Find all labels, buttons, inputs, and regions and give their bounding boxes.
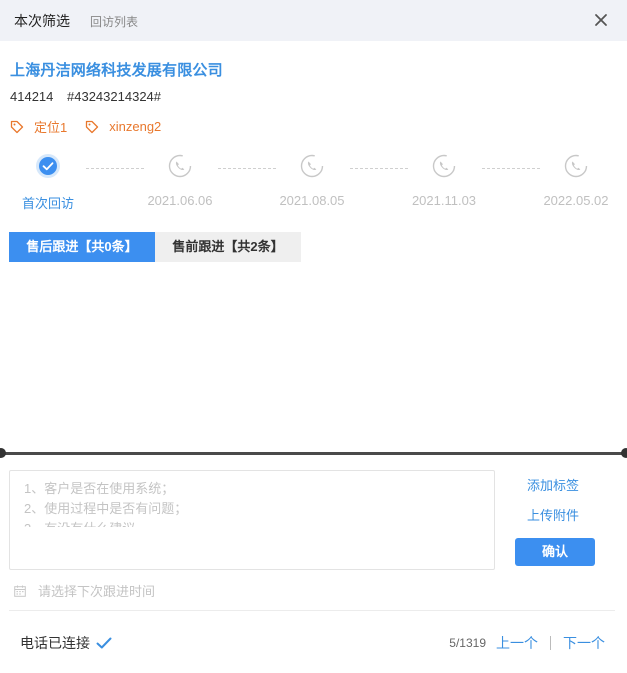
- note-placeholder-line: 3、有没有什么建议: [24, 519, 480, 527]
- timeline-step-label: 首次回访: [21, 196, 74, 211]
- tag-label: 定位1: [34, 120, 68, 135]
- prev-record-button[interactable]: 上一个: [496, 633, 538, 653]
- tag-icon: [86, 120, 99, 133]
- company-name[interactable]: 上海丹洁网络科技发展有限公司: [10, 59, 223, 80]
- timeline-step[interactable]: 2021.11.03: [394, 153, 494, 208]
- upload-attachment-link[interactable]: 上传附件: [527, 505, 579, 524]
- tab-current-filter[interactable]: 本次筛选: [14, 11, 70, 31]
- calendar-icon: [14, 585, 26, 597]
- footer-separator: [9, 610, 615, 611]
- close-icon[interactable]: [592, 11, 610, 29]
- company-ids: 414214 #43243214324#: [10, 89, 171, 104]
- followup-tabs: 售后跟进【共0条】 售前跟进【共2条】: [9, 232, 301, 262]
- phone-clock-icon: [432, 154, 456, 178]
- call-status-label: 电话已连接: [20, 635, 90, 651]
- tab-visit-list[interactable]: 回访列表: [90, 13, 138, 30]
- checkmark-icon: [96, 637, 112, 649]
- phone-clock-icon: [168, 154, 192, 178]
- tag-item[interactable]: xinzeng2: [85, 119, 161, 134]
- timeline-step[interactable]: 2021.08.05: [262, 153, 362, 208]
- note-placeholder-line: 1、客户是否在使用系统；: [24, 481, 175, 496]
- company-code: #43243214324#: [67, 89, 162, 104]
- tab-after-sales[interactable]: 售后跟进【共0条】: [9, 232, 155, 262]
- page-counter: 5/1319: [449, 636, 486, 650]
- tag-icon: [10, 120, 24, 133]
- tab-pre-sales[interactable]: 售前跟进【共2条】: [155, 232, 301, 262]
- visit-timeline: 首次回访 2021.06.06 2021.08.05 2021.11.03 20…: [0, 153, 627, 213]
- phone-clock-icon: [564, 154, 588, 178]
- next-followup-placeholder: 请选择下次跟进时间: [38, 584, 156, 599]
- add-tag-link[interactable]: 添加标签: [527, 475, 579, 494]
- timeline-step[interactable]: 2021.06.06: [130, 153, 230, 208]
- next-record-button[interactable]: 下一个: [563, 633, 605, 653]
- company-id: 414214: [10, 89, 54, 104]
- timeline-step-label: 2022.05.02: [543, 193, 609, 208]
- tag-label: xinzeng2: [109, 119, 162, 134]
- dialog-header: 本次筛选 回访列表: [0, 0, 627, 41]
- timeline-step-label: 2021.11.03: [411, 193, 477, 208]
- note-placeholder-line: 2、使用过程中是否有问题；: [24, 501, 188, 516]
- resize-divider[interactable]: [0, 452, 627, 455]
- timeline-step[interactable]: 2022.05.02: [526, 153, 626, 208]
- call-status: 电话已连接: [20, 633, 112, 653]
- pager-divider: [550, 636, 551, 650]
- timeline-step-first[interactable]: 首次回访: [0, 153, 98, 212]
- timeline-step-label: 2021.06.06: [147, 193, 213, 208]
- tag-list: 定位1 xinzeng2: [10, 117, 179, 136]
- followup-note-input[interactable]: 1、客户是否在使用系统； 2、使用过程中是否有问题； 3、有没有什么建议: [9, 470, 495, 570]
- phone-clock-icon: [300, 154, 324, 178]
- resize-handle-left[interactable]: [0, 448, 6, 458]
- tag-item[interactable]: 定位1: [10, 117, 67, 136]
- check-circle-icon: [36, 154, 60, 178]
- record-pager: 5/1319 上一个 下一个: [449, 633, 605, 653]
- next-followup-date-picker[interactable]: 请选择下次跟进时间: [14, 581, 155, 600]
- timeline-step-label: 2021.08.05: [279, 193, 345, 208]
- confirm-button[interactable]: 确认: [515, 538, 595, 566]
- resize-handle-right[interactable]: [621, 448, 627, 458]
